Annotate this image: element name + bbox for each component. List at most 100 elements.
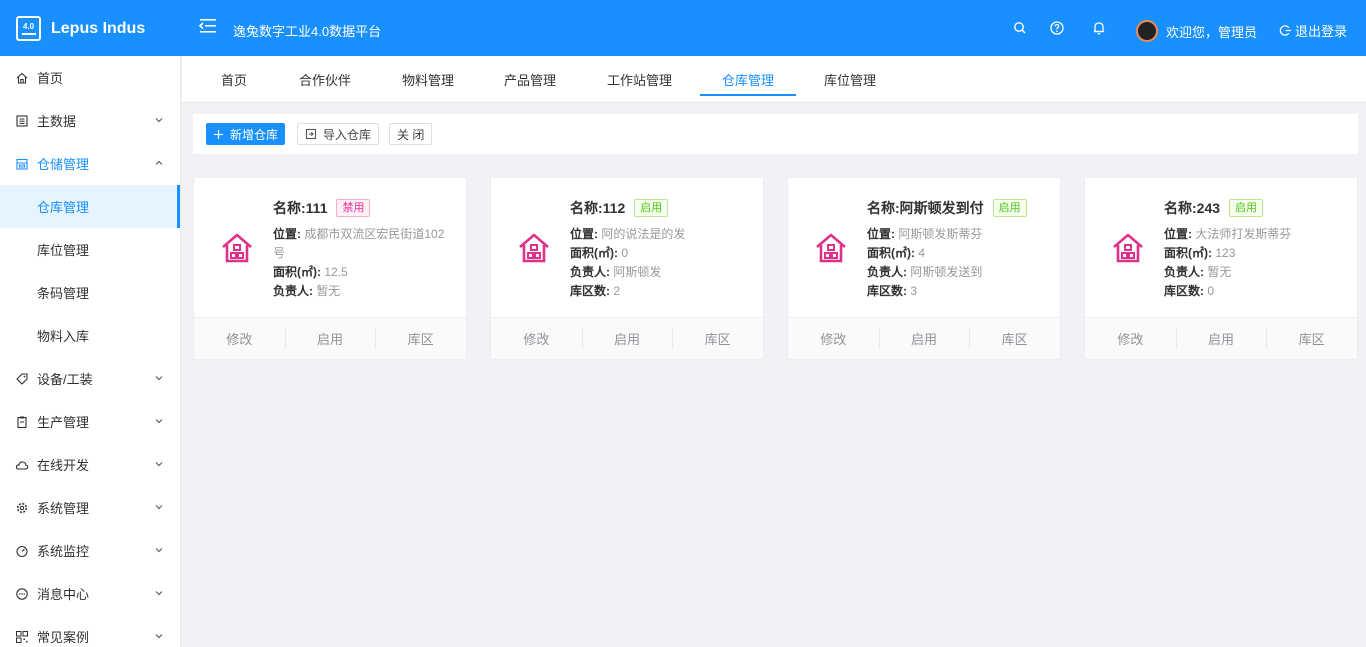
sidebar-item-master-data[interactable]: 主数据 <box>0 99 180 142</box>
area-value: 123 <box>1215 246 1236 260</box>
qrcode-icon <box>16 630 28 643</box>
tab-home[interactable]: 首页 <box>199 70 269 96</box>
welcome-text[interactable]: 欢迎您，管理员 <box>1166 22 1257 41</box>
sidebar-subitem-material-inbound[interactable]: 物料入库 <box>0 314 180 357</box>
edit-button[interactable]: 修改 <box>788 318 879 359</box>
chevron-down-icon <box>155 376 163 381</box>
bell-icon[interactable] <box>1091 20 1107 36</box>
sidebar-item-label: 首页 <box>37 71 64 86</box>
warehouse-card: 名称:111 禁用 位置: 成都市双流区宏民街道102号 面积(㎡): 12.5 … <box>193 177 467 360</box>
warehouse-icon <box>16 158 28 170</box>
sidebar-item-equipment[interactable]: 设备/工装 <box>0 357 180 400</box>
tab-materials[interactable]: 物料管理 <box>380 70 476 96</box>
chevron-down-icon <box>155 548 163 553</box>
home-icon <box>16 72 28 84</box>
edit-button[interactable]: 修改 <box>1085 318 1176 359</box>
gear-icon <box>16 502 28 513</box>
toolbar: 新增仓库 导入仓库 关 闭 <box>193 114 1358 154</box>
tab-partners[interactable]: 合作伙伴 <box>277 70 373 96</box>
zones-label: 库区数: <box>1164 284 1204 298</box>
sidebar-subitem-barcode-mgmt[interactable]: 条码管理 <box>0 271 180 314</box>
chevron-down-icon <box>155 634 163 639</box>
tab-warehouses[interactable]: 仓库管理 <box>700 70 797 96</box>
card-actions: 修改 启用 库区 <box>491 317 763 359</box>
sidebar-item-label: 在线开发 <box>37 458 90 473</box>
sidebar-item-examples[interactable]: 常见案例 <box>0 615 180 647</box>
status-badge: 启用 <box>1229 199 1264 217</box>
card-location: 位置: 成都市双流区宏民街道102号 <box>273 225 456 263</box>
card-zones: 库区数: 3 <box>867 282 1050 301</box>
zone-button[interactable]: 库区 <box>375 318 466 359</box>
card-actions: 修改 启用 库区 <box>788 317 1060 359</box>
enable-button[interactable]: 启用 <box>878 318 970 359</box>
sidebar-item-home[interactable]: 首页 <box>0 56 180 99</box>
sidebar-item-monitor[interactable]: 系统监控 <box>0 529 180 572</box>
logout-button[interactable]: 退出登录 <box>1279 21 1347 40</box>
add-warehouse-button[interactable]: 新增仓库 <box>206 123 286 145</box>
sidebar-item-system[interactable]: 系统管理 <box>0 486 180 529</box>
enable-button[interactable]: 启用 <box>284 318 376 359</box>
add-warehouse-label: 新增仓库 <box>230 127 279 142</box>
menu-collapse-icon[interactable] <box>198 16 218 36</box>
location-value: 阿的说法是的发 <box>601 227 686 241</box>
logo-name: Lepus Indus <box>51 19 146 37</box>
sidebar: 首页 主数据 仓储管理 仓库管理 库位管理 条码管理 物料入库 设备/工装 生产… <box>0 56 181 647</box>
house-icon <box>1113 233 1143 263</box>
manager-label: 负责人: <box>273 284 313 298</box>
sidebar-item-label: 常见案例 <box>37 630 90 645</box>
plus-icon <box>214 129 223 139</box>
user-avatar[interactable] <box>1136 20 1158 42</box>
tab-products[interactable]: 产品管理 <box>482 70 578 96</box>
manager-label: 负责人: <box>1164 265 1204 279</box>
area-label: 面积(㎡): <box>570 246 618 260</box>
platform-title: 逸兔数字工业4.0数据平台 <box>233 24 382 39</box>
logout-icon <box>1279 25 1292 36</box>
location-label: 位置: <box>1164 227 1192 241</box>
search-icon[interactable] <box>1012 20 1028 36</box>
dashboard-icon <box>16 545 28 557</box>
app-logo[interactable]: 4.0 Lepus Indus <box>16 16 145 41</box>
area-label: 面积(㎡): <box>273 265 321 279</box>
sidebar-subitem-location-mgmt[interactable]: 库位管理 <box>0 228 180 271</box>
sidebar-item-warehouse[interactable]: 仓储管理 <box>0 142 180 185</box>
sidebar-subitem-label: 物料入库 <box>37 329 90 344</box>
enable-button[interactable]: 启用 <box>581 318 673 359</box>
card-manager: 负责人: 阿斯顿发送到 <box>867 263 1050 282</box>
zones-value: 2 <box>613 284 621 298</box>
edit-button[interactable]: 修改 <box>194 318 285 359</box>
sidebar-item-label: 消息中心 <box>37 587 90 602</box>
help-icon[interactable] <box>1049 20 1065 36</box>
zone-button[interactable]: 库区 <box>672 318 763 359</box>
import-warehouse-label: 导入仓库 <box>323 127 372 142</box>
card-location: 位置: 阿斯顿发斯蒂芬 <box>867 225 1050 244</box>
edit-button[interactable]: 修改 <box>491 318 582 359</box>
card-title: 名称:阿斯顿发到付 <box>867 200 984 216</box>
sidebar-item-production[interactable]: 生产管理 <box>0 400 180 443</box>
zones-value: 3 <box>910 284 918 298</box>
location-value: 阿斯顿发斯蒂芬 <box>898 227 983 241</box>
tab-workstations[interactable]: 工作站管理 <box>585 70 694 96</box>
warehouse-card: 名称:阿斯顿发到付 启用 位置: 阿斯顿发斯蒂芬 面积(㎡): 4 负责人: 阿斯… <box>787 177 1061 360</box>
area-value: 4 <box>918 246 926 260</box>
house-icon <box>519 233 549 263</box>
close-button[interactable]: 关 闭 <box>389 123 433 145</box>
chevron-down-icon <box>155 118 163 123</box>
sidebar-subitem-label: 仓库管理 <box>37 200 90 215</box>
enable-button[interactable]: 启用 <box>1175 318 1267 359</box>
card-location: 位置: 阿的说法是的发 <box>570 225 753 244</box>
message-icon <box>16 587 28 600</box>
sidebar-item-online-dev[interactable]: 在线开发 <box>0 443 180 486</box>
zones-label: 库区数: <box>570 284 610 298</box>
clipboard-icon <box>17 416 27 428</box>
warehouse-card: 名称:112 启用 位置: 阿的说法是的发 面积(㎡): 0 负责人: 阿斯顿发 … <box>490 177 764 360</box>
tab-locations[interactable]: 库位管理 <box>802 70 898 96</box>
zone-button[interactable]: 库区 <box>969 318 1060 359</box>
sidebar-item-label: 设备/工装 <box>37 372 93 387</box>
zone-button[interactable]: 库区 <box>1266 318 1357 359</box>
chevron-down-icon <box>155 462 163 467</box>
sidebar-item-label: 系统管理 <box>37 501 90 516</box>
house-icon <box>222 233 252 263</box>
import-warehouse-button[interactable]: 导入仓库 <box>297 123 380 145</box>
sidebar-item-messages[interactable]: 消息中心 <box>0 572 180 615</box>
sidebar-subitem-warehouse-mgmt[interactable]: 仓库管理 <box>0 185 180 228</box>
